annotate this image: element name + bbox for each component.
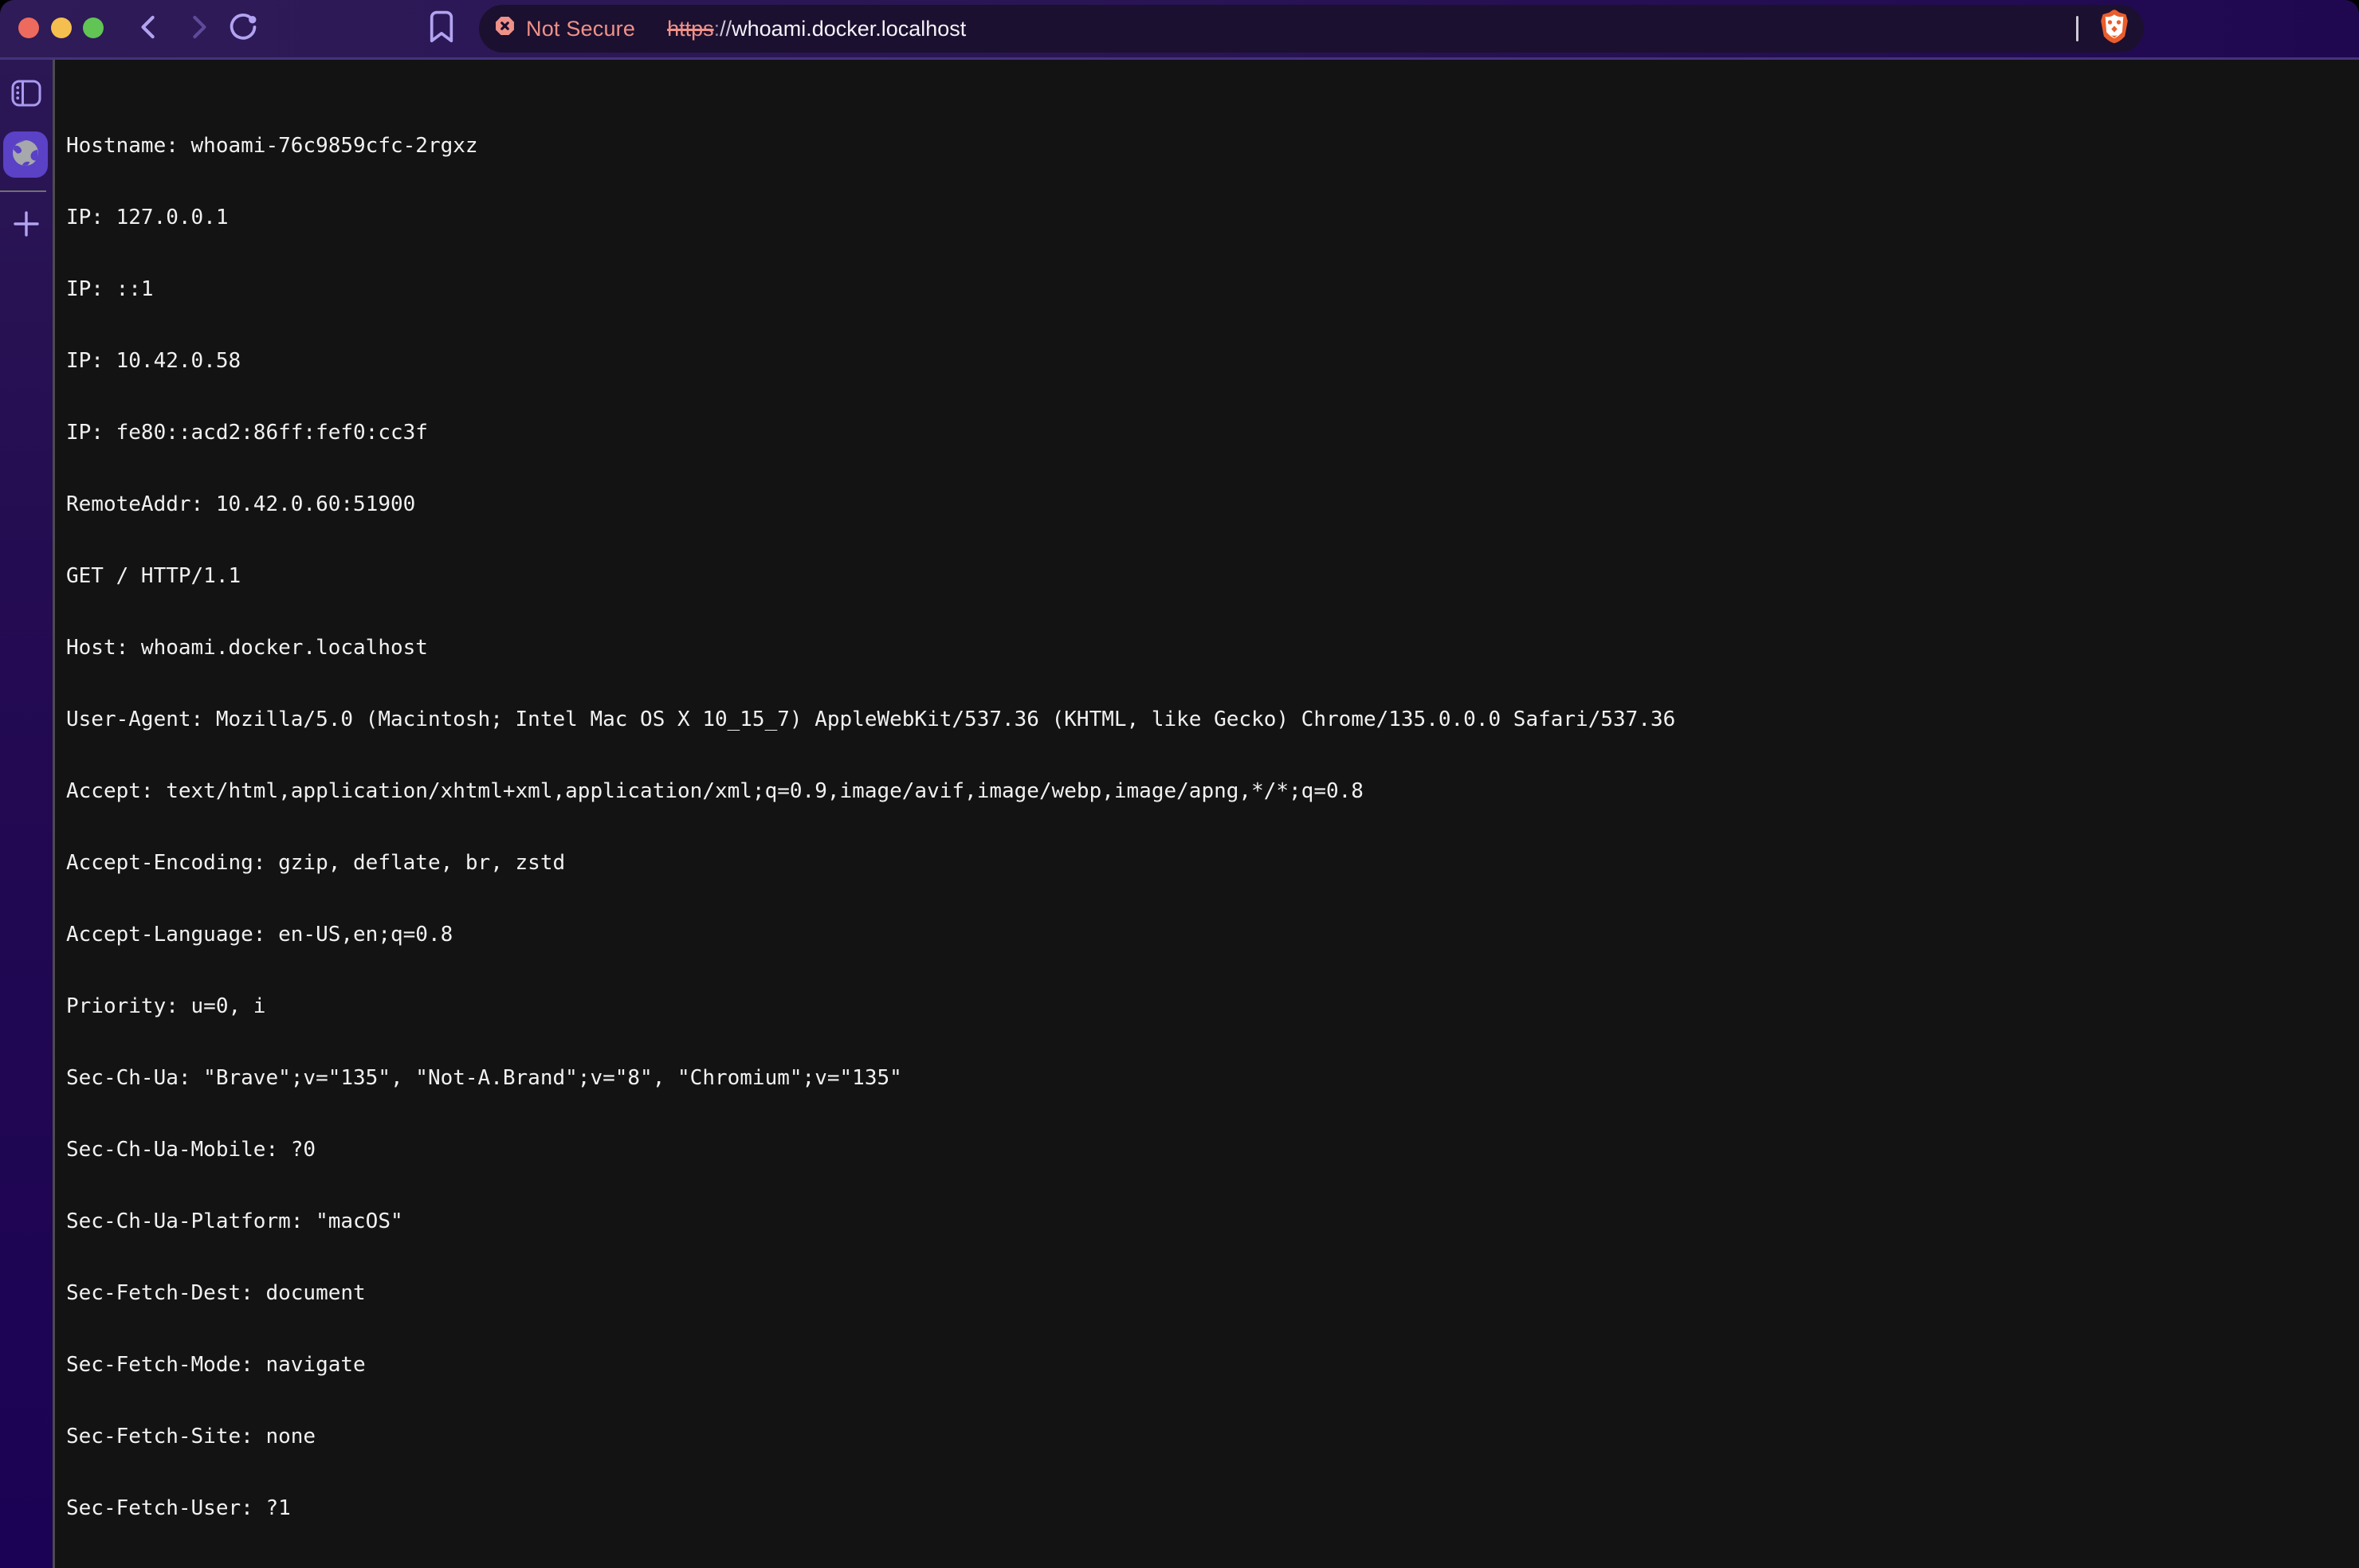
- traffic-light-close-button[interactable]: [18, 18, 39, 38]
- url-bar[interactable]: Not Secure https://whoami.docker.localho…: [479, 5, 2144, 53]
- whoami-response-text: Hostname: whoami-76c9859cfc-2rgxz IP: 12…: [55, 62, 2359, 1568]
- traffic-light-zoom-button[interactable]: [83, 18, 104, 38]
- not-secure-label: Not Secure: [526, 17, 635, 41]
- reload-button[interactable]: [226, 11, 261, 46]
- not-secure-octagon-icon: [495, 16, 515, 41]
- traffic-light-minimize-button[interactable]: [51, 18, 72, 38]
- response-line: GET / HTTP/1.1: [66, 564, 2343, 588]
- response-line: IP: ::1: [66, 277, 2343, 301]
- new-tab-button[interactable]: [0, 208, 53, 243]
- response-line: Accept-Encoding: gzip, deflate, br, zstd: [66, 851, 2343, 875]
- browser-toolbar: Not Secure https://whoami.docker.localho…: [0, 0, 2359, 60]
- brave-shields-button[interactable]: [2098, 10, 2131, 48]
- response-line: Sec-Ch-Ua-Platform: "macOS": [66, 1209, 2343, 1233]
- response-line: Host: whoami.docker.localhost: [66, 636, 2343, 660]
- sidebar-separator: [0, 190, 46, 192]
- sidebar-panel-toggle-button[interactable]: [0, 77, 53, 112]
- response-line: Sec-Fetch-Dest: document: [66, 1281, 2343, 1305]
- url-slashes: //: [720, 17, 732, 41]
- response-line: Accept-Language: en-US,en;q=0.8: [66, 923, 2343, 947]
- chevron-right-icon: [184, 14, 211, 45]
- sidebar: [0, 60, 53, 1568]
- url-scheme: https: [667, 17, 714, 41]
- brave-lion-icon: [2099, 9, 2129, 49]
- response-line: User-Agent: Mozilla/5.0 (Macintosh; Inte…: [66, 708, 2343, 731]
- response-line: IP: fe80::acd2:86ff:fef0:cc3f: [66, 421, 2343, 445]
- globe-favicon-icon: [11, 139, 40, 171]
- url-colon: :: [714, 17, 720, 41]
- bookmark-icon: [429, 10, 454, 48]
- response-line: Accept: text/html,application/xhtml+xml,…: [66, 779, 2343, 803]
- back-button[interactable]: [132, 11, 167, 46]
- response-line: Priority: u=0, i: [66, 994, 2343, 1018]
- browser-window: Not Secure https://whoami.docker.localho…: [0, 0, 2359, 1568]
- reload-icon: [227, 11, 259, 47]
- chevron-left-icon: [136, 14, 163, 45]
- forward-button[interactable]: [180, 11, 215, 46]
- response-line: Sec-Fetch-User: ?1: [66, 1496, 2343, 1520]
- response-line: Sec-Ch-Ua-Mobile: ?0: [66, 1138, 2343, 1162]
- url-host: whoami.docker.localhost: [732, 17, 966, 41]
- bookmarks-panel-button[interactable]: [422, 10, 461, 48]
- security-badge[interactable]: Not Secure: [495, 16, 635, 41]
- response-line: RemoteAddr: 10.42.0.60:51900: [66, 492, 2343, 516]
- response-line: IP: 127.0.0.1: [66, 206, 2343, 229]
- response-line: Hostname: whoami-76c9859cfc-2rgxz: [66, 134, 2343, 158]
- url-bar-divider: [2076, 16, 2078, 41]
- response-line: Sec-Ch-Ua: "Brave";v="135", "Not-A.Brand…: [66, 1066, 2343, 1090]
- response-line: Sec-Fetch-Mode: navigate: [66, 1353, 2343, 1377]
- sidebar-panel-icon: [11, 79, 41, 112]
- page-content: Hostname: whoami-76c9859cfc-2rgxz IP: 12…: [55, 62, 2359, 1568]
- sidebar-active-tab[interactable]: [3, 131, 48, 178]
- response-line: IP: 10.42.0.58: [66, 349, 2343, 373]
- plus-icon: [13, 210, 40, 241]
- url-text[interactable]: https://whoami.docker.localhost: [667, 17, 966, 41]
- response-line: Sec-Fetch-Site: none: [66, 1425, 2343, 1448]
